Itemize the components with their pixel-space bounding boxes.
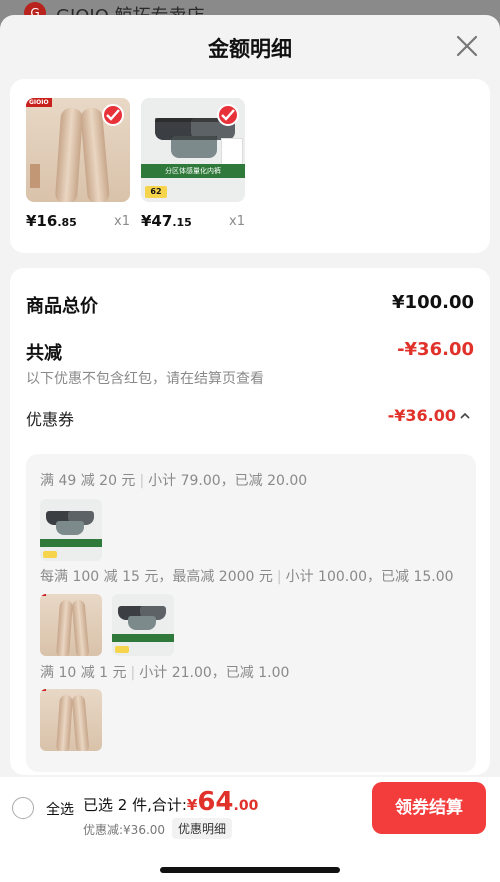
product-image-stockings: GIOIO xyxy=(26,98,130,202)
product-band xyxy=(40,539,102,547)
total-price-value: ¥100.00 xyxy=(392,292,474,313)
brand-tag xyxy=(40,689,46,691)
coupon-rule: 每满 100 减 15 元，最高减 2000 元 | 小计 100.00，已减 15… xyxy=(40,569,454,585)
product-item[interactable]: GIOIO ¥16.85 x1 xyxy=(26,98,130,230)
chevron-up-icon xyxy=(460,412,470,419)
total-price-label: 商品总价 xyxy=(26,296,98,317)
select-all-label[interactable]: 全选 xyxy=(46,799,74,819)
number-badge xyxy=(43,551,57,558)
product-band: 分区体感量化内裤 xyxy=(141,164,245,178)
brief-shape xyxy=(128,616,156,630)
checkout-button[interactable]: 领券结算 xyxy=(372,782,486,834)
coupon-product-thumb xyxy=(40,499,102,561)
leg-shape xyxy=(71,694,90,751)
number-badge: 62 xyxy=(145,186,167,198)
selected-check-icon[interactable] xyxy=(217,104,239,126)
product-price: ¥47.15 xyxy=(141,212,192,230)
coupon-rule: 满 49 减 20 元 | 小计 79.00，已减 20.00 xyxy=(40,473,308,489)
price-summary-card: 商品总价 ¥100.00 共减 -¥36.00 以下优惠不包含红包，请在结算页查… xyxy=(10,268,490,775)
number-badge xyxy=(115,646,129,653)
product-item[interactable]: 分区体感量化内裤 62 ¥47.15 x1 xyxy=(141,98,245,230)
leg-shape xyxy=(71,599,90,656)
brand-tag xyxy=(40,594,46,596)
brief-shape xyxy=(56,521,84,535)
selected-products-card: GIOIO ¥16.85 x1 分区体感量化内裤 62 ¥47.15 x1 xyxy=(10,79,490,253)
total-reduce-value: -¥36.00 xyxy=(397,339,474,360)
sheet-header: 金额明细 xyxy=(0,15,500,79)
checkout-bar: 全选 已选 2 件,合计:¥64.00 优惠减:¥36.00 优惠明细 领券结算 xyxy=(0,777,500,882)
side-tag xyxy=(30,164,40,188)
amount-detail-sheet: 金额明细 GIOIO ¥16.85 x1 分区体感量化内裤 62 ¥47.15 … xyxy=(0,15,500,882)
close-button[interactable] xyxy=(454,33,480,59)
product-price: ¥16.85 xyxy=(26,212,77,230)
coupon-rule: 满 10 减 1 元 | 小计 21.00，已减 1.00 xyxy=(40,665,290,681)
select-all-radio[interactable] xyxy=(12,797,34,819)
product-qty: x1 xyxy=(114,214,130,229)
home-indicator xyxy=(160,867,340,873)
coupon-breakdown: 满 49 减 20 元 | 小计 79.00，已减 20.00 每满 100 减 1… xyxy=(26,454,476,772)
selected-check-icon[interactable] xyxy=(102,104,124,126)
leg-shape xyxy=(55,694,74,751)
coupon-product-thumb xyxy=(112,594,174,656)
reduce-note: 以下优惠不包含红包，请在结算页查看 xyxy=(26,371,264,387)
coupon-label: 优惠券 xyxy=(26,410,75,429)
sheet-title: 金额明细 xyxy=(208,37,292,61)
brief-shape xyxy=(171,136,217,158)
product-band xyxy=(112,634,174,642)
leg-shape xyxy=(55,599,74,656)
product-qty: x1 xyxy=(229,214,245,229)
close-icon xyxy=(456,35,478,57)
coupon-product-thumb xyxy=(40,594,102,656)
selected-total: 已选 2 件,合计:¥64.00 xyxy=(83,787,259,817)
coupon-toggle[interactable]: -¥36.00 xyxy=(388,406,470,425)
coupon-value: -¥36.00 xyxy=(387,406,456,425)
discount-amount: 优惠减:¥36.00 xyxy=(83,823,166,837)
brand-tag: GIOIO xyxy=(26,98,52,107)
product-image-briefs: 分区体感量化内裤 62 xyxy=(141,98,245,202)
discount-detail-button[interactable]: 优惠明细 xyxy=(172,818,233,839)
total-reduce-label: 共减 xyxy=(26,343,62,364)
leg-shape xyxy=(54,107,84,202)
coupon-product-thumb xyxy=(40,689,102,751)
